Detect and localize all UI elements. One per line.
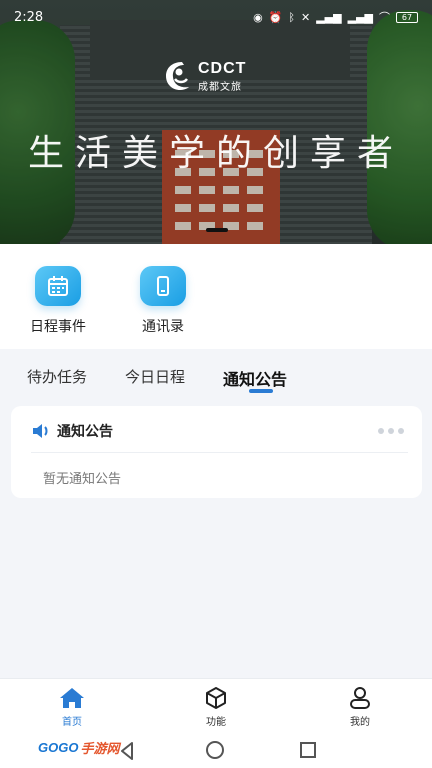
user-icon bbox=[350, 687, 370, 709]
logo-text-cn: 成都文旅 bbox=[198, 81, 242, 93]
bluetooth-icon: ᛒ bbox=[288, 10, 295, 24]
wifi-icon: ⌒ bbox=[379, 11, 390, 24]
mute-icon: ✕ bbox=[301, 10, 311, 24]
nav-label: 我的 bbox=[350, 717, 370, 728]
divider bbox=[31, 452, 408, 453]
cube-icon bbox=[206, 687, 226, 709]
status-icons: ◉ ⏰ ᛒ ✕ ▂▄▆ ▂▄▆ ⌒ 67 bbox=[253, 9, 418, 25]
tab-today-schedule[interactable]: 今日日程 bbox=[125, 366, 185, 387]
banner-overlay bbox=[0, 0, 432, 244]
empty-state-text: 暂无通知公告 bbox=[43, 472, 122, 487]
quick-action-label: 通讯录 bbox=[142, 319, 184, 335]
tab-bar: 待办任务 今日日程 通知公告 bbox=[0, 356, 432, 396]
cdct-logo-icon bbox=[166, 62, 189, 90]
tab-notices[interactable]: 通知公告 bbox=[223, 366, 287, 390]
watermark-brand: GOGO bbox=[38, 740, 79, 755]
status-bar: 2:28 ◉ ⏰ ᛒ ✕ ▂▄▆ ▂▄▆ ⌒ 67 bbox=[0, 0, 432, 34]
home-icon bbox=[60, 688, 84, 708]
nav-home[interactable]: 首页 bbox=[42, 685, 102, 728]
speaker-icon bbox=[33, 424, 48, 438]
notice-card: 通知公告 暂无通知公告 bbox=[11, 406, 422, 498]
active-tab-indicator bbox=[249, 389, 273, 393]
quick-action-schedule[interactable]: 日程事件 bbox=[18, 266, 98, 336]
nav-mine[interactable]: 我的 bbox=[330, 685, 390, 728]
nav-label: 功能 bbox=[206, 717, 226, 728]
eye-icon: ◉ bbox=[253, 10, 263, 24]
banner-slogan: 生活美学的创享者 bbox=[27, 133, 404, 174]
cdct-logo: CDCT 成都文旅 bbox=[162, 58, 246, 94]
alarm-icon: ⏰ bbox=[268, 10, 283, 24]
recent-apps-icon[interactable] bbox=[300, 742, 316, 758]
signal-icon-2: ▂▄▆ bbox=[347, 10, 373, 24]
back-icon[interactable] bbox=[120, 742, 134, 760]
home-circle-icon[interactable] bbox=[206, 741, 224, 759]
bottom-nav: 首页 功能 我的 bbox=[0, 678, 432, 734]
quick-actions: 日程事件 通讯录 bbox=[0, 244, 432, 349]
more-icon[interactable] bbox=[378, 428, 404, 434]
banner-pager-indicator bbox=[206, 228, 228, 232]
status-time: 2:28 bbox=[14, 9, 44, 25]
quick-action-contacts[interactable]: 通讯录 bbox=[123, 266, 203, 336]
nav-label: 首页 bbox=[62, 717, 82, 728]
watermark-suffix: 手游网 bbox=[80, 741, 120, 756]
notice-card-title: 通知公告 bbox=[57, 424, 113, 440]
quick-action-label: 日程事件 bbox=[30, 319, 86, 335]
logo-text-en: CDCT bbox=[198, 59, 247, 77]
hero-banner[interactable]: CDCT 成都文旅 生活美学的创享者 bbox=[0, 0, 432, 244]
notice-card-header: 通知公告 bbox=[31, 421, 113, 441]
watermark-logo: GOGO 手游网 bbox=[38, 738, 119, 757]
tab-todo[interactable]: 待办任务 bbox=[27, 366, 87, 387]
calendar-icon bbox=[35, 266, 81, 306]
phone-icon bbox=[140, 266, 186, 306]
nav-functions[interactable]: 功能 bbox=[186, 685, 246, 728]
signal-icon: ▂▄▆ bbox=[316, 10, 342, 24]
battery-icon: 67 bbox=[396, 11, 418, 23]
